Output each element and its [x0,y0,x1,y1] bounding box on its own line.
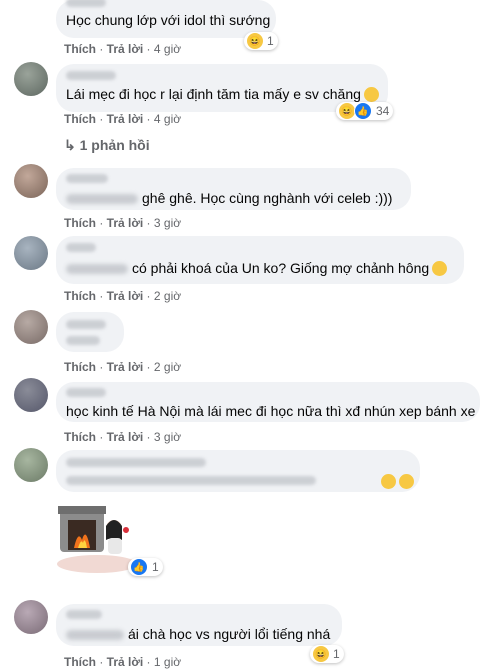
avatar[interactable] [14,164,48,198]
avatar[interactable] [14,378,48,412]
like-icon: 👍 [130,558,148,576]
comment-text-blurred [66,476,316,485]
reply-button[interactable]: Trả lời [107,360,144,374]
comment-actions: Thích · Trả lời · 4 giờ [64,42,182,56]
timestamp: 2 giờ [153,289,182,303]
comment-bubble: có phải khoá của Un ko? Giống mợ chảnh h… [56,236,464,284]
reaction-count[interactable]: 😆 👍 34 [336,102,394,120]
emoji-icon [381,474,396,489]
avatar[interactable] [14,310,48,344]
timestamp: 1 giờ [153,655,182,669]
blurred-mention [66,630,124,641]
timestamp: 4 giờ [153,112,182,126]
like-button[interactable]: Thích [64,42,96,56]
comment-text: có phải khoá của Un ko? Giống mợ chảnh h… [66,260,448,276]
reply-button[interactable]: Trả lời [107,655,144,669]
fireplace-sticker-icon [57,506,137,573]
sticker-image[interactable] [54,500,140,574]
comment-text-blurred [66,336,100,345]
blurred-mention [66,194,138,205]
like-button[interactable]: Thích [64,216,96,230]
like-button[interactable]: Thích [64,289,96,303]
haha-icon: 😆 [312,645,330,663]
author-name-blurred [66,243,96,252]
author-name-blurred [66,71,116,80]
comment-text: Lái mẹc đi học r lại định tăm tia mấy e … [66,86,379,102]
timestamp: 4 giờ [153,42,182,56]
comment-text: ghê ghê. Học cùng nghành với celeb :))) [66,190,392,206]
like-button[interactable]: Thích [64,360,96,374]
author-name-blurred [66,388,106,397]
comment-bubble: học kinh tế Hà Nội mà lái mec đi học nữa… [56,382,480,422]
author-name-blurred [66,458,206,467]
comment-text: học kinh tế Hà Nội mà lái mec đi học nữa… [66,403,476,419]
timestamp: 3 giờ [153,430,182,444]
avatar[interactable] [14,236,48,270]
avatar[interactable] [14,448,48,482]
comment-actions: Thích · Trả lời · 3 giờ [64,216,182,230]
comment-actions: Thích · Trả lời · 1 giờ [64,655,182,669]
haha-icon: 😆 [246,32,264,50]
reaction-count[interactable]: 😆 1 [310,645,344,663]
timestamp: 2 giờ [153,360,182,374]
rofl-emoji-icon [363,87,379,102]
comment-bubble: Học chung lớp với idol thì sướng [56,0,276,38]
reply-button[interactable]: Trả lời [107,430,144,444]
like-button[interactable]: Thích [64,430,96,444]
reply-button[interactable]: Trả lời [107,289,144,303]
like-button[interactable]: Thích [64,655,96,669]
comment-actions: Thích · Trả lời · 2 giờ [64,289,182,303]
comment-bubble [56,312,124,352]
blurred-mention [66,264,128,275]
view-replies-link[interactable]: ↳ 1 phản hồi [64,137,150,154]
comment-actions: Thích · Trả lời · 4 giờ [64,112,182,126]
reply-arrow-icon: ↳ [64,137,76,153]
author-name-blurred [66,610,102,619]
reply-button[interactable]: Trả lời [107,42,144,56]
reaction-count[interactable]: 😆 1 [244,32,278,50]
comment-text: Học chung lớp với idol thì sướng [66,12,271,28]
author-name-blurred [66,0,106,7]
like-icon: 👍 [354,102,372,120]
comment-actions: Thích · Trả lời · 2 giờ [64,360,182,374]
comment-bubble: ghê ghê. Học cùng nghành với celeb :))) [56,168,411,210]
author-name-blurred [66,174,108,183]
comment-actions: Thích · Trả lời · 3 giờ [64,430,182,444]
timestamp: 3 giờ [153,216,182,230]
comment-bubble: ái chà học vs người lổi tiếng nhá [56,604,342,646]
avatar[interactable] [14,600,48,634]
comment-bubble [56,450,420,492]
author-name-blurred [66,320,106,329]
reply-button[interactable]: Trả lời [107,216,144,230]
grin-emoji-icon [432,261,448,276]
like-button[interactable]: Thích [64,112,96,126]
reaction-count[interactable]: 👍 1 [128,558,163,576]
reply-button[interactable]: Trả lời [107,112,144,126]
comment-text: ái chà học vs người lổi tiếng nhá [66,626,330,642]
emoji-icon [399,474,414,489]
avatar[interactable] [14,62,48,96]
